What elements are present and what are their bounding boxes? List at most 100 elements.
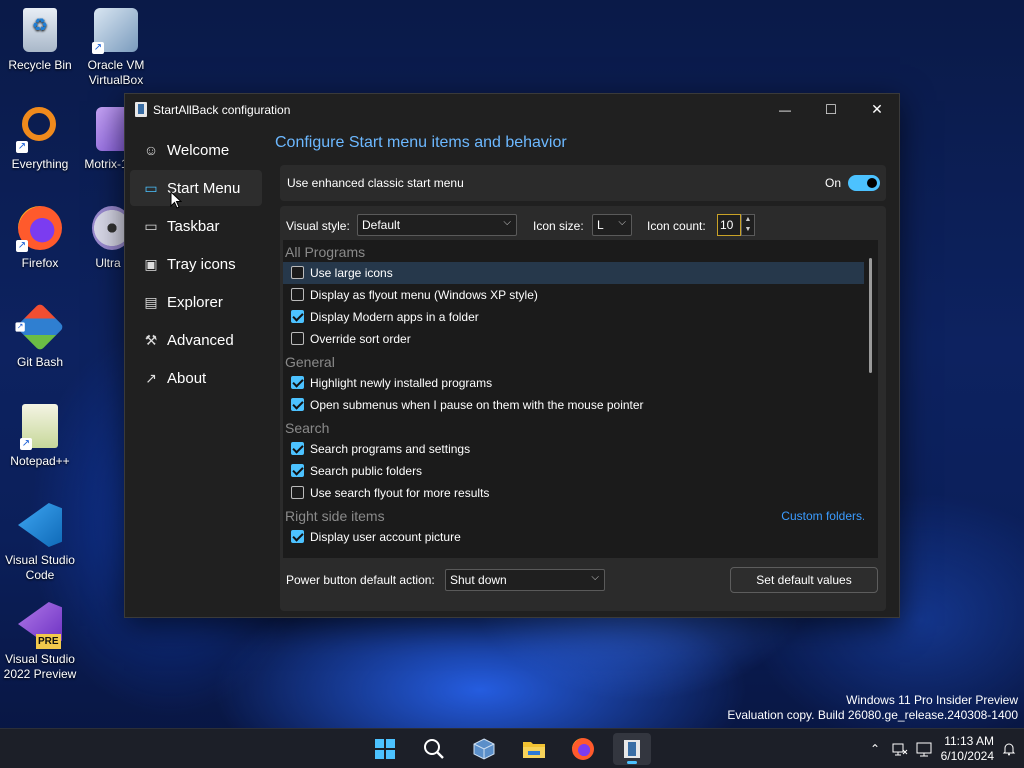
icon-count-input[interactable]: 10 <box>717 214 741 236</box>
chevron-down-icon: ⌵ <box>503 217 511 228</box>
show-hidden-icons-button[interactable]: ⌃ <box>870 742 880 756</box>
sidebar-item-explorer[interactable]: ▤ Explorer <box>130 284 262 320</box>
option-row[interactable]: Override sort order <box>283 328 878 350</box>
sidebar-item-about[interactable]: ↗ About <box>130 360 262 396</box>
checkbox-checked[interactable] <box>291 398 304 411</box>
checkbox-unchecked[interactable] <box>291 266 304 279</box>
icon-size-label: Icon size: <box>533 219 584 233</box>
option-label: Display user account picture <box>310 530 461 544</box>
clock-time: 11:13 AM <box>944 734 994 748</box>
minimize-button[interactable]: — <box>762 94 808 125</box>
desktop-icon-git-bash[interactable]: ↗ Git Bash <box>0 302 80 370</box>
start-button[interactable] <box>366 733 404 765</box>
checkbox-unchecked[interactable] <box>291 486 304 499</box>
preview-badge: PRE <box>36 634 61 649</box>
desktop-icon-visual-studio-preview[interactable]: PRE Visual Studio 2022 Preview <box>0 602 80 682</box>
maximize-button[interactable]: □ <box>808 94 854 125</box>
monitor-icon[interactable] <box>916 741 932 757</box>
option-row[interactable]: Use large icons <box>283 262 878 284</box>
custom-folders-link[interactable]: Custom folders... <box>781 509 872 523</box>
option-row[interactable]: Highlight newly installed programs <box>283 372 878 394</box>
taskbar-firefox[interactable] <box>564 733 602 765</box>
desktop-icon-recycle-bin[interactable]: ♻ Recycle Bin <box>0 8 80 73</box>
desktop-icon-everything[interactable]: ↗ Everything <box>0 107 80 172</box>
sidebar-item-start-menu[interactable]: ▭ Start Menu <box>130 170 262 206</box>
power-button-label: Power button default action: <box>286 573 435 587</box>
option-row[interactable]: Search programs and settings <box>283 438 878 460</box>
enhanced-menu-row: Use enhanced classic start menu On <box>280 165 886 201</box>
page-title: Configure Start menu items and behavior <box>275 134 567 151</box>
wrench-icon: ⚒ <box>144 332 158 348</box>
firefox-icon <box>572 738 594 760</box>
visual-style-select[interactable]: Default ⌵ <box>357 214 517 236</box>
shortcut-arrow-icon: ↗ <box>20 438 32 450</box>
enhanced-menu-toggle[interactable] <box>848 175 880 191</box>
options-list: All Programs Use large icons Display as fl… <box>283 240 878 558</box>
taskbar-icon: ▭ <box>144 218 158 234</box>
notification-bell-icon[interactable] <box>1002 742 1016 756</box>
sidebar-item-advanced[interactable]: ⚒ Advanced <box>130 322 262 358</box>
desktop-icon-ultraiso[interactable]: Ultra <box>76 206 126 271</box>
option-row[interactable]: Display as flyout menu (Windows XP style… <box>283 284 878 306</box>
checkbox-checked[interactable] <box>291 310 304 323</box>
recycle-bin-icon: ♻ <box>23 8 57 52</box>
checkbox-unchecked[interactable] <box>291 288 304 301</box>
sidebar-item-taskbar[interactable]: ▭ Taskbar <box>130 208 262 244</box>
option-row[interactable]: Open submenus when I pause on them with … <box>283 394 878 416</box>
sidebar-item-welcome[interactable]: ☺ Welcome <box>130 132 262 168</box>
checkbox-checked[interactable] <box>291 530 304 543</box>
sidebar: ☺ Welcome ▭ Start Menu ▭ Taskbar ▣ Tray icon… <box>130 132 262 398</box>
checkbox-unchecked[interactable] <box>291 332 304 345</box>
taskbar-startallback[interactable] <box>613 733 651 765</box>
set-default-values-button[interactable]: Set default values <box>730 567 878 593</box>
power-action-select[interactable]: Shut down ⌵ <box>445 569 605 591</box>
desktop-icon-firefox[interactable]: ↗ Firefox <box>0 206 80 271</box>
chevron-down-icon[interactable]: ▼ <box>742 225 754 235</box>
list-scrollbar[interactable] <box>864 240 878 558</box>
group-title: Search <box>285 420 330 436</box>
taskbar-virtualbox[interactable] <box>465 733 503 765</box>
desktop-icon-virtualbox[interactable]: ↗ Oracle VM VirtualBox <box>76 8 156 88</box>
option-label: Open submenus when I pause on them with … <box>310 398 644 412</box>
smiley-icon: ☺ <box>143 142 159 158</box>
option-label: Use large icons <box>310 266 393 280</box>
option-label: Display Modern apps in a folder <box>310 310 479 324</box>
window-title: StartAllBack configuration <box>153 103 291 117</box>
option-label: Use search flyout for more results <box>310 486 490 500</box>
notepad-plus-plus-icon: ↗ <box>20 404 58 450</box>
shortcut-arrow-icon: ↗ <box>16 141 28 153</box>
search-icon <box>424 739 444 759</box>
option-row[interactable]: Use search flyout for more results <box>283 482 878 504</box>
clock-date: 6/10/2024 <box>940 749 994 763</box>
shortcut-arrow-icon: ↗ <box>16 240 28 252</box>
option-label: Display as flyout menu (Windows XP style… <box>310 288 538 302</box>
option-row[interactable]: Search public folders <box>283 460 878 482</box>
checkbox-checked[interactable] <box>291 376 304 389</box>
taskbar-file-explorer[interactable] <box>515 733 553 765</box>
footer-bar: Power button default action: Shut down ⌵ … <box>280 567 886 593</box>
search-button[interactable] <box>415 733 453 765</box>
about-icon: ↗ <box>145 370 157 386</box>
icon-size-select[interactable]: L ⌵ <box>592 214 632 236</box>
chevron-up-icon[interactable]: ▲ <box>742 215 754 225</box>
desktop-icon-notepad-plus-plus[interactable]: ↗ Notepad++ <box>0 404 80 469</box>
desktop-icon-vscode[interactable]: Visual Studio Code <box>0 503 80 583</box>
sidebar-item-tray-icons[interactable]: ▣ Tray icons <box>130 246 262 282</box>
shortcut-arrow-icon: ↗ <box>15 322 25 332</box>
network-icon[interactable] <box>892 741 908 757</box>
shortcut-arrow-icon: ↗ <box>92 42 104 54</box>
content-pane: Configure Start menu items and behavior … <box>275 125 891 611</box>
group-header: General <box>283 350 878 372</box>
clock[interactable]: 11:13 AM 6/10/2024 <box>941 734 994 764</box>
checkbox-checked[interactable] <box>291 464 304 477</box>
checkbox-checked[interactable] <box>291 442 304 455</box>
option-row[interactable]: Display user account picture <box>283 526 878 548</box>
scrollbar-thumb[interactable] <box>869 258 872 373</box>
group-title: All Programs <box>285 244 366 260</box>
title-bar[interactable]: StartAllBack configuration — □ ✕ <box>125 94 899 125</box>
group-header: All Programs <box>283 240 878 262</box>
chevron-down-icon: ⌵ <box>591 572 599 583</box>
close-button[interactable]: ✕ <box>854 94 900 125</box>
icon-count-stepper[interactable]: ▲ ▼ <box>741 214 755 236</box>
option-row[interactable]: Display Modern apps in a folder <box>283 306 878 328</box>
